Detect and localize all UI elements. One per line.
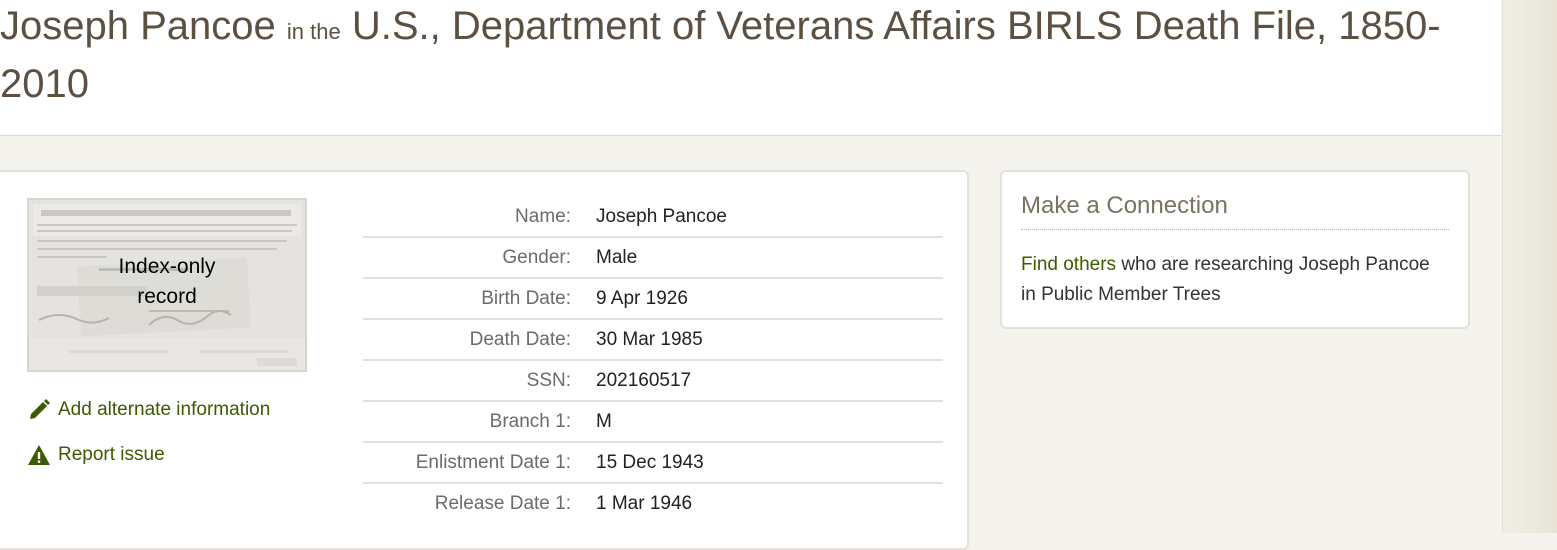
fact-label: Release Date 1: [434,492,571,514]
fact-value: M [596,410,612,432]
find-others-link[interactable]: Find others [1021,254,1116,275]
fact-label: Death Date: [469,328,571,350]
fact-value: 1 Mar 1946 [596,492,693,514]
warning-icon [27,443,51,467]
fact-label: Birth Date: [481,287,571,309]
page-right-edge [1502,0,1557,533]
page-title: Joseph Pancoe in the U.S., Department of… [0,0,1490,111]
make-a-connection-title: Make a Connection [1021,192,1228,219]
record-image-thumbnail[interactable]: Index-only record [27,198,307,372]
fact-value: 15 Dec 1943 [596,451,704,473]
pencil-icon [27,398,51,422]
fact-value: 9 Apr 1926 [596,287,688,309]
fact-row-birth-date: Birth Date: 9 Apr 1926 [363,279,943,320]
fact-label: Gender: [502,246,571,268]
fact-label: Branch 1: [489,410,571,432]
panel-divider [1021,229,1449,230]
record-facts-table: Name: Joseph Pancoe Gender: Male Birth D… [363,197,943,523]
person-name: Joseph Pancoe [0,4,276,48]
fact-value: 30 Mar 1985 [596,328,703,350]
connection-description: Find others who are researching Joseph P… [1021,250,1441,310]
fact-row-death-date: Death Date: 30 Mar 1985 [363,320,943,361]
fact-label: Enlistment Date 1: [415,451,571,473]
index-only-record-label: Index-only record [118,255,216,308]
fact-label: Name: [515,205,571,227]
fact-row-branch: Branch 1: M [363,402,943,443]
fact-row-enlistment-date: Enlistment Date 1: 15 Dec 1943 [363,443,943,484]
fact-row-ssn: SSN: 202160517 [363,361,943,402]
report-issue-label: Report issue [58,444,165,465]
add-alternate-information-label: Add alternate information [58,399,271,420]
title-connector: in the [286,19,341,44]
fact-row-gender: Gender: Male [363,238,943,279]
fact-row-name: Name: Joseph Pancoe [363,197,943,238]
add-alternate-information-link[interactable]: Add alternate information [27,398,270,422]
make-a-connection-panel: Make a Connection Find others who are re… [1000,170,1470,329]
fact-value: 202160517 [596,369,692,391]
report-issue-link[interactable]: Report issue [27,443,165,467]
fact-value: Joseph Pancoe [596,205,727,227]
page-header: Joseph Pancoe in the U.S., Department of… [0,0,1501,136]
fact-value: Male [596,246,638,268]
record-card: Index-only record Add alternate informat… [0,170,969,550]
fact-row-release-date: Release Date 1: 1 Mar 1946 [363,484,943,523]
fact-label: SSN: [526,369,571,391]
